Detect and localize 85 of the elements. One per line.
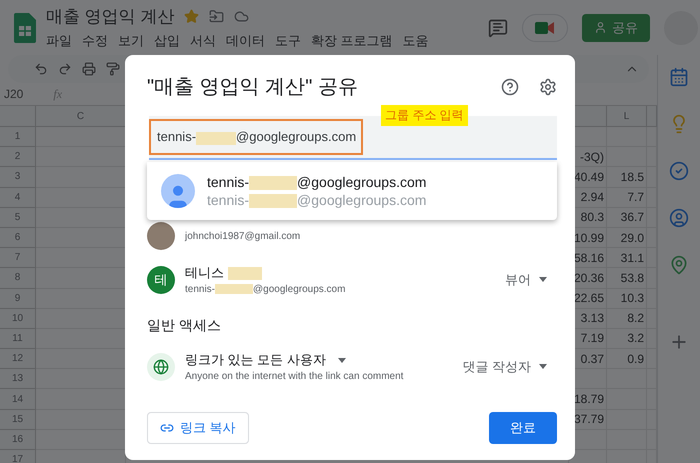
person-email: johnchoi1987@gmail.com xyxy=(185,230,300,242)
menu-item[interactable]: 보기 xyxy=(118,32,144,50)
sheets-logo-icon[interactable] xyxy=(14,12,36,42)
settings-icon[interactable] xyxy=(539,78,557,96)
row-number[interactable]: 15 xyxy=(0,410,36,430)
row-number[interactable]: 9 xyxy=(0,288,36,309)
menu-item[interactable]: 확장 프로그램 xyxy=(311,32,393,50)
folder-icon[interactable] xyxy=(209,9,224,24)
corner-cell[interactable] xyxy=(0,106,36,127)
row-number[interactable]: 8 xyxy=(0,268,36,288)
row-number[interactable]: 11 xyxy=(0,328,36,350)
photo-placeholder xyxy=(147,222,175,250)
access-description: Anyone on the internet with the link can comment xyxy=(185,371,404,382)
table-cell: 10.3 xyxy=(607,288,647,309)
menu-item[interactable]: 수정 xyxy=(82,32,108,50)
redaction-block xyxy=(215,284,254,294)
suggestion-item[interactable]: tennis- @googlegroups.com tennis- @googlegroups.com xyxy=(147,162,557,220)
section-heading: 일반 액세스 xyxy=(147,317,222,335)
caret-icon xyxy=(539,277,547,282)
access-dropdown[interactable]: 링크가 있는 모든 사용자 xyxy=(185,351,404,369)
menu-item[interactable]: 도구 xyxy=(275,32,301,50)
row-number[interactable]: 13 xyxy=(0,369,36,390)
suggestion-email: tennis- @googlegroups.com xyxy=(207,192,426,208)
row-number[interactable]: 12 xyxy=(0,349,36,370)
person-icon xyxy=(594,21,607,34)
row-number[interactable]: 6 xyxy=(0,228,36,248)
menu-item[interactable]: 데이터 xyxy=(226,32,265,50)
menu-item[interactable]: 도움 xyxy=(402,32,429,50)
person-name: 테니스 xyxy=(185,264,346,282)
annotation-label: 그룹 주소 입력 xyxy=(381,105,468,126)
caret-icon xyxy=(539,364,547,369)
table-cell: 18.5 xyxy=(607,167,647,188)
redo-icon[interactable] xyxy=(58,62,72,76)
video-camera-icon xyxy=(535,20,555,34)
row-number[interactable]: 5 xyxy=(0,208,36,228)
calendar-icon[interactable] xyxy=(669,67,689,87)
star-icon[interactable] xyxy=(184,9,200,24)
redaction-block xyxy=(249,176,298,190)
menu-item[interactable]: 파일 xyxy=(46,32,72,50)
undo-icon[interactable] xyxy=(34,62,48,76)
suggestion-name: tennis- @googlegroups.com xyxy=(207,174,426,190)
person-avatar-icon xyxy=(161,174,195,208)
contacts-icon[interactable] xyxy=(669,208,689,228)
tasks-icon[interactable] xyxy=(669,161,689,181)
row-number[interactable]: 10 xyxy=(0,308,36,329)
row-number[interactable]: 2 xyxy=(0,147,36,168)
document-title[interactable]: 매출 영업익 계산 xyxy=(46,5,174,28)
print-icon[interactable] xyxy=(82,62,96,76)
comment-icon[interactable] xyxy=(488,18,508,38)
redaction-block xyxy=(196,132,236,145)
table-cell: 31.1 xyxy=(607,248,647,268)
role-dropdown[interactable]: 뷰어 xyxy=(505,270,547,288)
map-pin-icon[interactable] xyxy=(669,255,689,275)
caret-icon xyxy=(338,358,346,362)
video-call-button[interactable] xyxy=(522,14,568,42)
table-cell: 53.8 xyxy=(607,268,647,288)
table-cell: 3.2 xyxy=(607,328,647,350)
menu-item[interactable]: 삽입 xyxy=(154,32,180,50)
cloud-icon[interactable] xyxy=(234,9,250,24)
column-header[interactable]: L xyxy=(607,106,647,127)
row-number[interactable]: 16 xyxy=(0,430,36,450)
name-box[interactable]: J20 xyxy=(4,87,24,101)
help-icon[interactable] xyxy=(501,78,519,96)
dialog-title: "매출 영업익 계산" 공유 xyxy=(147,75,358,100)
initial-avatar: 테 xyxy=(147,266,175,294)
row-number[interactable]: 1 xyxy=(0,127,36,148)
row-number[interactable]: 7 xyxy=(0,248,36,268)
copy-link-button[interactable]: 링크 복사 xyxy=(147,412,249,444)
table-cell: 0.9 xyxy=(607,349,647,370)
row-number[interactable]: 14 xyxy=(0,389,36,410)
person-email: tennis- @googlegroups.com xyxy=(185,284,346,295)
input-value: tennis- @googlegroups.com xyxy=(157,129,356,145)
globe-icon xyxy=(147,352,175,380)
menu-item[interactable]: 서식 xyxy=(190,32,216,50)
table-cell: 8.2 xyxy=(607,308,647,329)
redaction-block xyxy=(249,194,298,208)
row-number[interactable]: 3 xyxy=(0,167,36,188)
table-cell: 7.7 xyxy=(607,188,647,208)
table-cell: 36.7 xyxy=(607,208,647,228)
done-button[interactable]: 완료 xyxy=(489,412,557,444)
row-number[interactable]: 4 xyxy=(0,188,36,208)
paint-format-icon[interactable] xyxy=(106,62,120,76)
role-dropdown[interactable]: 댓글 작성자 xyxy=(462,358,547,376)
share-button[interactable]: 공유 xyxy=(582,14,650,42)
table-cell: 29.0 xyxy=(607,228,647,248)
